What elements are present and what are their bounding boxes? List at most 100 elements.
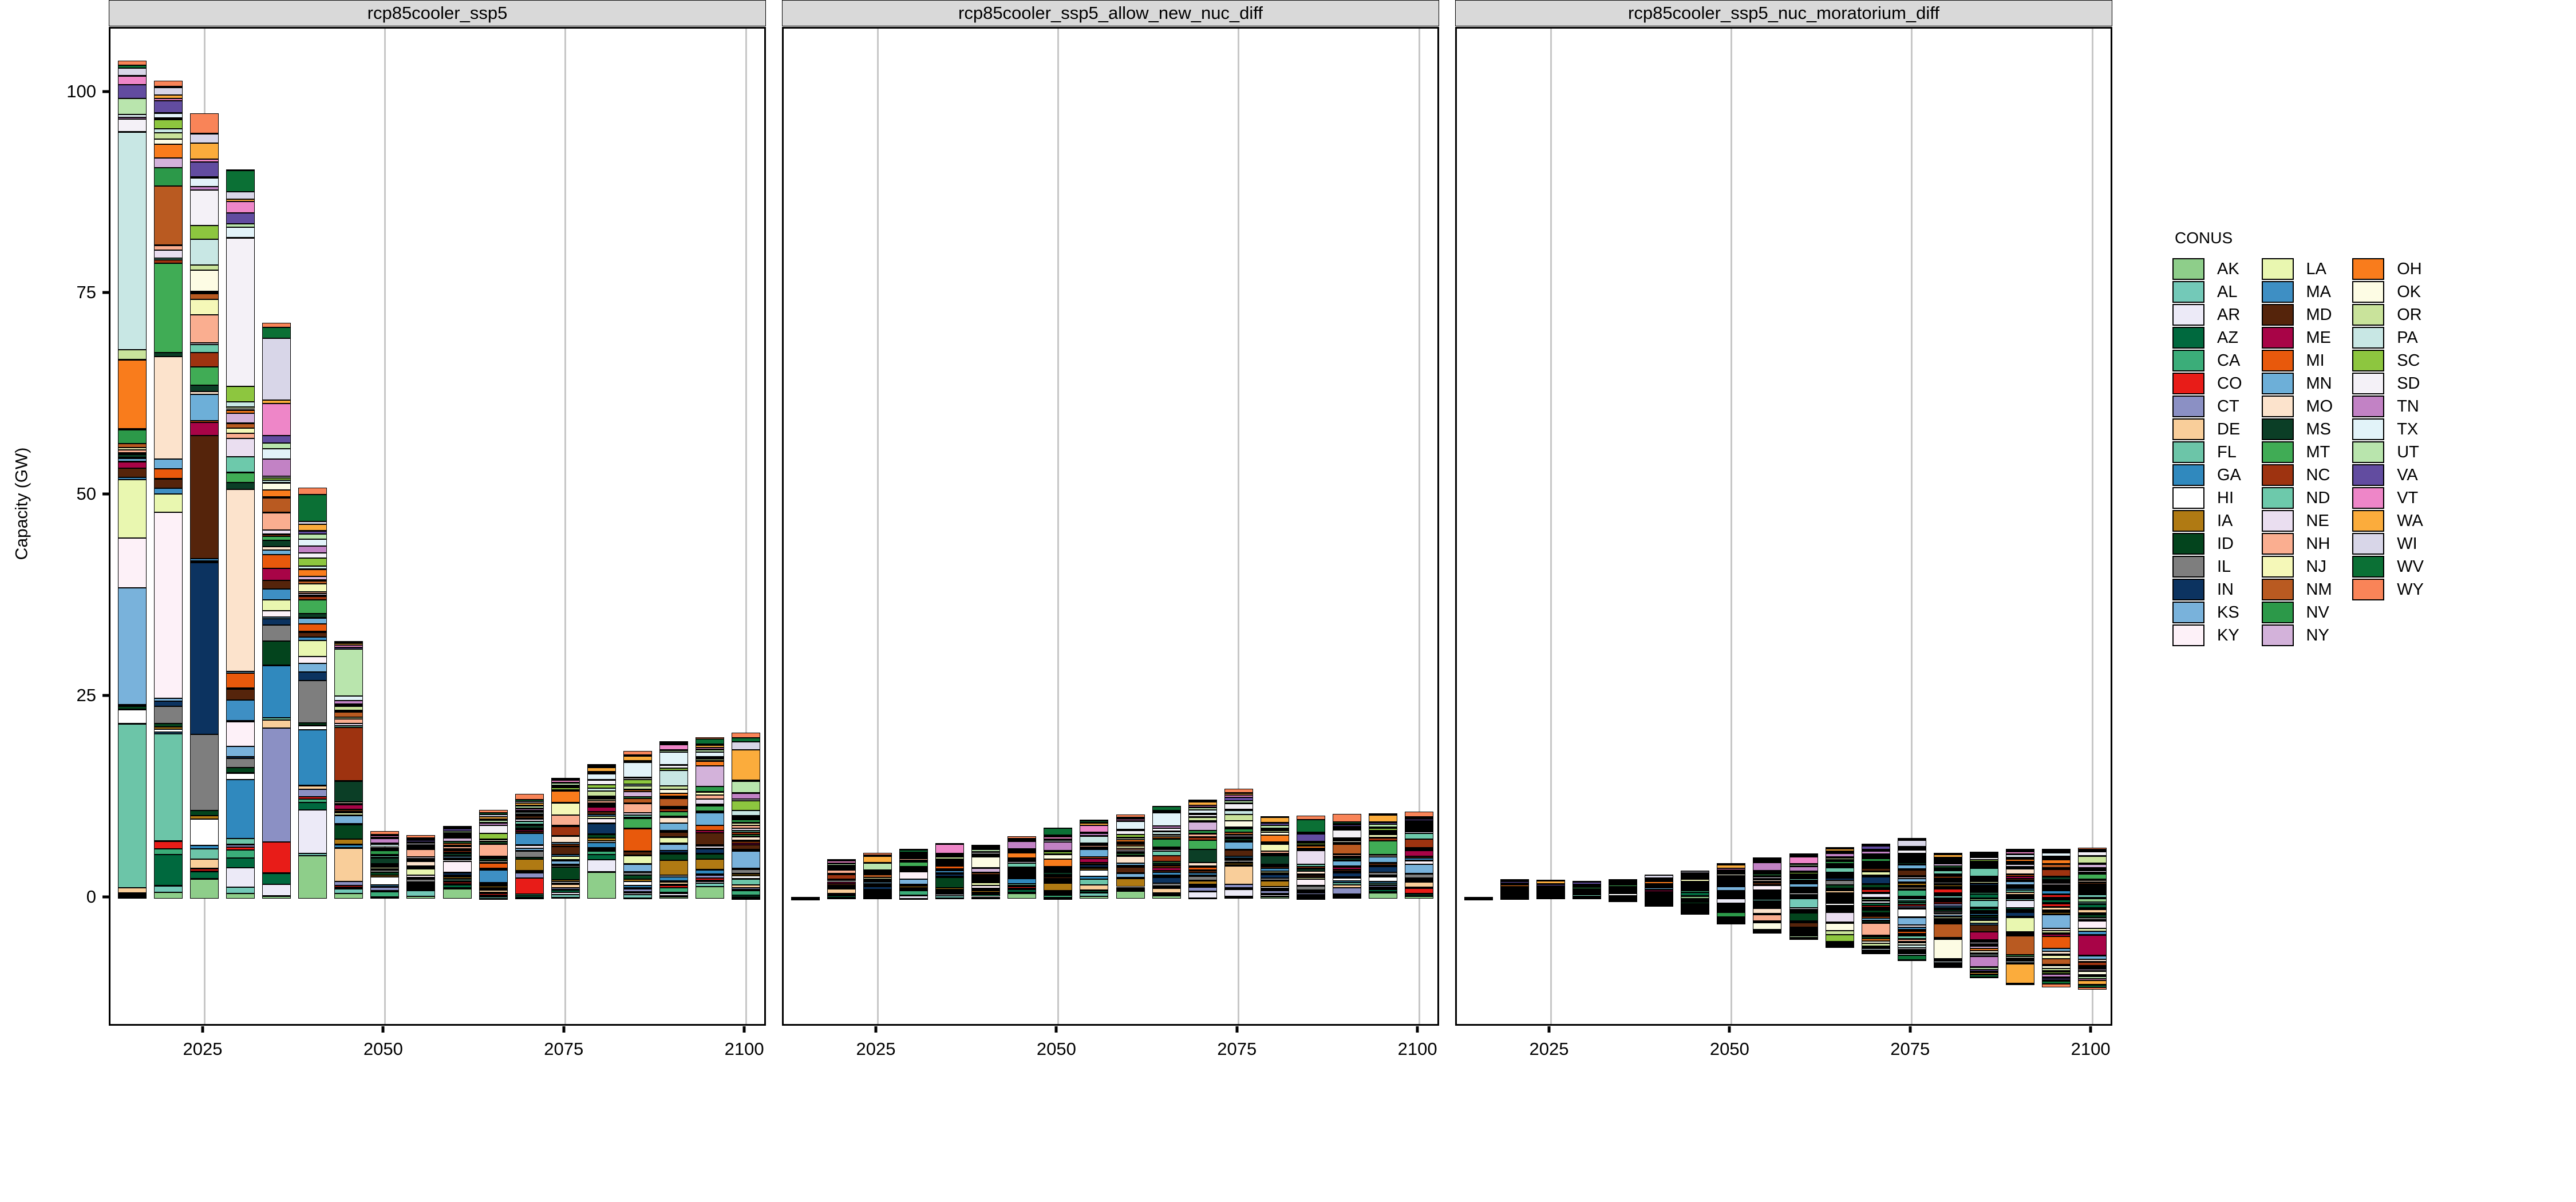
legend-item-co[interactable]: CO <box>2172 372 2242 395</box>
legend-item-de[interactable]: DE <box>2172 418 2242 441</box>
legend-item-mi[interactable]: MI <box>2261 349 2333 372</box>
stacked-bar[interactable] <box>827 859 856 899</box>
stacked-bar[interactable] <box>971 844 1001 899</box>
stacked-bar[interactable] <box>1260 816 1289 899</box>
legend-item-in[interactable]: IN <box>2172 578 2242 601</box>
stacked-bar[interactable] <box>2006 848 2034 900</box>
legend-item-or[interactable]: OR <box>2352 303 2424 326</box>
legend-item-ut[interactable]: UT <box>2352 441 2424 464</box>
stacked-bar[interactable] <box>1825 847 1854 899</box>
stacked-bar[interactable] <box>899 848 929 900</box>
legend-item-il[interactable]: IL <box>2172 555 2242 578</box>
stacked-bar[interactable] <box>1188 799 1217 900</box>
stacked-bar[interactable] <box>1333 814 1361 899</box>
legend-item-la[interactable]: LA <box>2261 258 2333 280</box>
stacked-bar[interactable] <box>1152 806 1181 899</box>
stacked-bar[interactable] <box>2042 848 2071 899</box>
legend-item-az[interactable]: AZ <box>2172 326 2242 349</box>
legend-item-nd[interactable]: ND <box>2261 487 2333 509</box>
legend-item-sc[interactable]: SC <box>2352 349 2424 372</box>
stacked-bar[interactable] <box>1789 853 1818 899</box>
stacked-bar[interactable] <box>370 831 400 899</box>
legend-item-nv[interactable]: NV <box>2261 601 2333 624</box>
legend-item-wi[interactable]: WI <box>2352 532 2424 555</box>
legend-item-ar[interactable]: AR <box>2172 303 2242 326</box>
stacked-bar[interactable] <box>479 810 508 900</box>
stacked-bar-negative[interactable] <box>2042 898 2071 987</box>
stacked-bar[interactable] <box>551 777 580 899</box>
stacked-bar[interactable] <box>226 169 255 899</box>
stacked-bar[interactable] <box>190 113 219 899</box>
legend-item-me[interactable]: ME <box>2261 326 2333 349</box>
stacked-bar[interactable] <box>863 852 892 899</box>
legend-item-wy[interactable]: WY <box>2352 578 2424 601</box>
stacked-bar-negative[interactable] <box>2006 898 2034 985</box>
legend-item-mo[interactable]: MO <box>2261 395 2333 418</box>
stacked-bar[interactable] <box>1080 819 1109 899</box>
stacked-bar[interactable] <box>696 737 725 899</box>
legend-item-va[interactable]: VA <box>2352 464 2424 487</box>
legend-item-md[interactable]: MD <box>2261 303 2333 326</box>
legend-item-ga[interactable]: GA <box>2172 464 2242 487</box>
legend-item-nj[interactable]: NJ <box>2261 555 2333 578</box>
legend-item-wa[interactable]: WA <box>2352 509 2424 532</box>
stacked-bar[interactable] <box>298 488 327 899</box>
stacked-bar[interactable] <box>1369 813 1398 899</box>
stacked-bar[interactable] <box>1609 879 1638 900</box>
legend-item-tn[interactable]: TN <box>2352 395 2424 418</box>
legend-item-sd[interactable]: SD <box>2352 372 2424 395</box>
stacked-bar[interactable] <box>1044 828 1073 900</box>
legend-item-mt[interactable]: MT <box>2261 441 2333 464</box>
stacked-bar[interactable] <box>1405 811 1434 899</box>
stacked-bar[interactable] <box>1573 880 1602 900</box>
stacked-bar[interactable] <box>623 751 652 900</box>
legend-item-ny[interactable]: NY <box>2261 624 2333 647</box>
stacked-bar-negative[interactable] <box>1717 898 1746 925</box>
legend-item-mn[interactable]: MN <box>2261 372 2333 395</box>
stacked-bar-negative[interactable] <box>1609 898 1638 903</box>
stacked-bar[interactable] <box>442 826 472 899</box>
stacked-bar-negative[interactable] <box>1753 898 1782 934</box>
legend-item-nm[interactable]: NM <box>2261 578 2333 601</box>
legend-item-pa[interactable]: PA <box>2352 326 2424 349</box>
stacked-bar[interactable] <box>1116 814 1145 899</box>
stacked-bar[interactable] <box>1717 863 1746 900</box>
stacked-bar[interactable] <box>1645 874 1674 900</box>
stacked-bar[interactable] <box>117 61 147 899</box>
stacked-bar[interactable] <box>1753 857 1782 900</box>
stacked-bar-negative[interactable] <box>1645 898 1674 907</box>
legend-item-ct[interactable]: CT <box>2172 395 2242 418</box>
stacked-bar[interactable] <box>406 835 436 899</box>
stacked-bar[interactable] <box>262 322 291 899</box>
stacked-bar[interactable] <box>935 843 965 900</box>
legend-item-ak[interactable]: AK <box>2172 258 2242 280</box>
stacked-bar[interactable] <box>1933 852 1962 899</box>
stacked-bar[interactable] <box>659 741 688 899</box>
legend-item-id[interactable]: ID <box>2172 532 2242 555</box>
legend-item-tx[interactable]: TX <box>2352 418 2424 441</box>
stacked-bar[interactable] <box>1536 880 1565 900</box>
stacked-bar[interactable] <box>2078 848 2107 899</box>
legend-item-hi[interactable]: HI <box>2172 487 2242 509</box>
legend-item-vt[interactable]: VT <box>2352 487 2424 509</box>
stacked-bar[interactable] <box>1681 870 1710 899</box>
legend-item-nc[interactable]: NC <box>2261 464 2333 487</box>
legend-item-ca[interactable]: CA <box>2172 349 2242 372</box>
stacked-bar[interactable] <box>1897 838 1926 900</box>
stacked-bar[interactable] <box>1224 789 1253 899</box>
stacked-bar-negative[interactable] <box>1861 898 1890 955</box>
legend-item-fl[interactable]: FL <box>2172 441 2242 464</box>
stacked-bar-negative[interactable] <box>1681 898 1710 915</box>
stacked-bar-negative[interactable] <box>2078 898 2107 990</box>
stacked-bar[interactable] <box>334 640 364 899</box>
legend-item-oh[interactable]: OH <box>2352 258 2424 280</box>
stacked-bar[interactable] <box>732 732 761 900</box>
stacked-bar[interactable] <box>1969 852 1998 900</box>
stacked-bar-negative[interactable] <box>1933 898 1962 968</box>
stacked-bar[interactable] <box>1008 836 1037 899</box>
legend-item-ky[interactable]: KY <box>2172 624 2242 647</box>
legend-item-ms[interactable]: MS <box>2261 418 2333 441</box>
stacked-bar[interactable] <box>587 764 616 899</box>
legend-item-ok[interactable]: OK <box>2352 280 2424 303</box>
stacked-bar[interactable] <box>1861 844 1890 900</box>
